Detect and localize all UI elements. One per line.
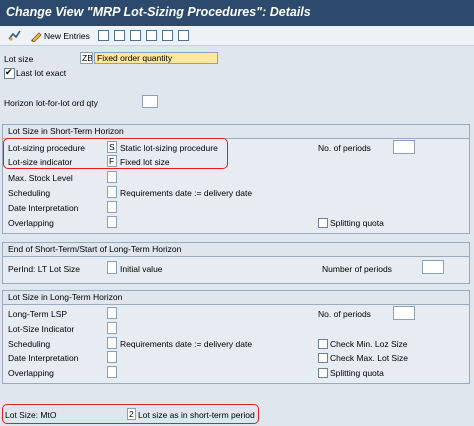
select-all-icon[interactable] — [146, 30, 157, 41]
check-min-lot-size-label: Check Min. Loz Size — [330, 339, 408, 349]
long-term-lsp-field[interactable] — [107, 307, 117, 319]
lt-lot-size-indicator-label: Lot-Size Indicator — [8, 324, 75, 334]
lt-splitting-quota-checkbox[interactable] — [318, 368, 328, 378]
lt-splitting-quota-label: Splitting quota — [330, 368, 384, 378]
horizon-field[interactable] — [142, 95, 158, 108]
lt-date-interpretation-field[interactable] — [107, 351, 117, 363]
number-of-periods-label: Number of periods — [322, 264, 392, 274]
end-start-horizon-title: End of Short-Term/Start of Long-Term Hor… — [3, 243, 469, 257]
date-interpretation-field[interactable] — [107, 201, 117, 213]
horizon-label: Horizon — [4, 98, 34, 108]
check-max-lot-size-checkbox[interactable] — [318, 353, 328, 363]
lt-date-interpretation-label: Date Interpretation — [8, 353, 79, 363]
highlight-annotation-mto — [2, 404, 259, 424]
overlapping-label: Overlapping — [8, 218, 54, 228]
long-term-horizon-group: Lot Size in Long-Term Horizon — [2, 290, 470, 384]
splitting-quota-checkbox[interactable] — [318, 218, 328, 228]
long-term-lsp-label: Long-Term LSP — [8, 309, 68, 319]
check-min-lot-size-checkbox[interactable] — [318, 339, 328, 349]
horizon-sublabel: lot-for-lot ord qty — [36, 98, 98, 108]
max-stock-level-field[interactable] — [107, 171, 117, 183]
lt-scheduling-label: Scheduling — [8, 339, 51, 349]
window-title: Change View "MRP Lot-Sizing Procedures":… — [6, 5, 311, 19]
splitting-quota-label: Splitting quota — [330, 218, 384, 228]
delete-icon[interactable] — [114, 30, 125, 41]
deselect-all-icon[interactable] — [178, 30, 189, 41]
lt-scheduling-field[interactable] — [107, 337, 117, 349]
new-entries-icon[interactable] — [30, 30, 42, 42]
last-lot-exact-label: Last lot exact — [16, 68, 67, 78]
scheduling-description: Requirements date := delivery date — [120, 188, 253, 198]
end-start-horizon-group: End of Short-Term/Start of Long-Term Hor… — [2, 242, 470, 284]
no-of-periods-label: No. of periods — [318, 143, 371, 153]
number-of-periods-field[interactable] — [422, 260, 444, 274]
scheduling-field[interactable] — [107, 186, 117, 198]
last-lot-exact-checkbox[interactable] — [4, 67, 15, 79]
undo-icon[interactable] — [130, 30, 141, 41]
no-of-periods-field[interactable] — [393, 140, 415, 154]
application-toolbar: New Entries — [0, 26, 474, 46]
scheduling-label: Scheduling — [8, 188, 51, 198]
short-term-horizon-title: Lot Size in Short-Term Horizon — [3, 125, 469, 139]
lt-overlapping-label: Overlapping — [8, 368, 54, 378]
perind-description: Initial value — [120, 264, 163, 274]
new-entries-button[interactable]: New Entries — [44, 31, 90, 41]
check-max-lot-size-label: Check Max. Lot Size — [330, 353, 408, 363]
lot-size-code-field[interactable]: ZB — [80, 52, 93, 64]
perind-lt-lot-size-field[interactable] — [107, 261, 117, 274]
lt-lot-size-indicator-field[interactable] — [107, 322, 117, 334]
main-content: Lot size ZB Fixed order quantity Last lo… — [0, 46, 474, 426]
lt-no-of-periods-field[interactable] — [393, 306, 415, 320]
lot-size-description-field[interactable]: Fixed order quantity — [94, 52, 218, 64]
copy-icon[interactable] — [98, 30, 109, 41]
overlapping-field[interactable] — [107, 216, 117, 228]
max-stock-level-label: Max. Stock Level — [8, 173, 73, 183]
highlight-annotation-short-term — [3, 138, 228, 169]
select-block-icon[interactable] — [162, 30, 173, 41]
perind-lt-lot-size-label: PerInd: LT Lot Size — [8, 264, 80, 274]
lt-scheduling-description: Requirements date := delivery date — [120, 339, 253, 349]
date-interpretation-label: Date Interpretation — [8, 203, 79, 213]
long-term-horizon-title: Lot Size in Long-Term Horizon — [3, 291, 469, 305]
display-change-icon[interactable] — [8, 30, 21, 42]
lt-overlapping-field[interactable] — [107, 366, 117, 378]
lot-size-label: Lot size — [4, 54, 34, 64]
lt-no-of-periods-label: No. of periods — [318, 309, 371, 319]
title-bar: Change View "MRP Lot-Sizing Procedures":… — [0, 0, 474, 26]
